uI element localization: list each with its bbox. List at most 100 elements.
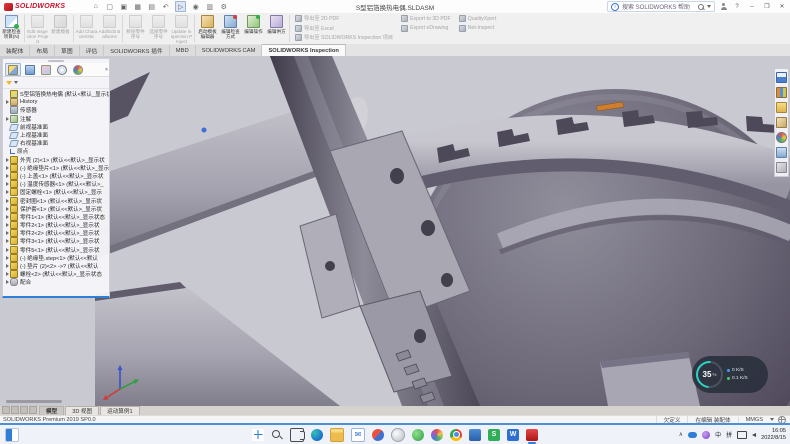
tree-item[interactable]: 螺栓<2> (默认<<默认>_显示状态 (4, 270, 109, 278)
tree-item[interactable]: 保护套<1> (默认<<默认>_显示状 (4, 205, 109, 213)
panel-overflow-arrows[interactable]: ›› (105, 67, 107, 73)
ime-mode-indicator[interactable]: 拼 (726, 430, 732, 439)
tree-item[interactable]: 传感器 (4, 106, 109, 114)
speed-monitor-widget[interactable]: 35% 0 K/S 0.1 K/S (692, 356, 768, 393)
green-app-icon[interactable] (412, 429, 424, 441)
export-inspection-project-button[interactable]: 导出至 SOLIDWORKS Inspection 项目 (295, 34, 393, 41)
search-dropdown-icon[interactable] (707, 5, 711, 8)
colorful-app-icon[interactable] (431, 429, 443, 441)
taskbar-search-icon[interactable] (271, 429, 283, 441)
tree-item[interactable]: 右视基准面 (4, 139, 109, 147)
export-edrawing-button[interactable]: Export eDrawing (401, 25, 451, 32)
tree-item[interactable]: 原点 (4, 147, 109, 155)
tab-mbd[interactable]: MBD (170, 45, 196, 56)
tree-item[interactable]: 上视基准面 (4, 131, 109, 139)
photos-app-icon[interactable] (372, 429, 384, 441)
tab-display-manager[interactable] (71, 64, 85, 75)
file-explorer-icon[interactable] (776, 102, 787, 113)
launch-template-editor-button[interactable]: 启动模板编辑器 (196, 13, 219, 44)
tree-item[interactable]: 零件3<1> (默认<<默认>_显示状 (4, 237, 109, 245)
qualityxpert-button[interactable]: QualityXpert (459, 15, 497, 22)
tree-item[interactable]: (-) 温度传感器<1> (默认<<默认>_ (4, 180, 109, 188)
update-inspection-project-button[interactable]: Update Inspection Project (170, 13, 193, 44)
export-2d-pdf-button[interactable]: 导出至 2D PDF (295, 15, 393, 22)
select-balloons-button[interactable]: 选择零件序号 (147, 13, 170, 44)
tree-item[interactable]: 零件5<1> (默认<<默认>_显示状 (4, 246, 109, 254)
search-input[interactable]: ? 搜索 SOLIDWORKS 帮助 (607, 1, 715, 12)
open-icon[interactable]: ▣ (119, 2, 128, 11)
user-account-icon[interactable] (720, 3, 727, 10)
tab-3d-views[interactable]: 3D 视图 (65, 406, 99, 415)
view-palette-icon[interactable] (776, 117, 787, 128)
print-icon[interactable]: ▤ (147, 2, 156, 11)
custom-properties-icon[interactable] (776, 147, 787, 158)
volume-icon[interactable] (752, 433, 756, 437)
tab-assembly[interactable]: 装配体 (0, 45, 30, 56)
mail-icon[interactable] (351, 428, 365, 442)
new-inspection-project-button[interactable]: 新建检查项目(N) (0, 13, 23, 44)
restore-button[interactable]: ❐ (762, 2, 772, 12)
tree-item[interactable]: 注解 (4, 115, 109, 123)
tab-configuration-manager[interactable] (39, 64, 53, 75)
tab-nav-buttons[interactable] (0, 406, 39, 415)
tab-property-manager[interactable] (23, 64, 37, 75)
units-dropdown-icon[interactable] (770, 418, 774, 421)
3d-model-canvas[interactable] (0, 56, 790, 406)
share-icon[interactable] (776, 162, 787, 173)
tree-item-mates[interactable]: 配合 (4, 278, 109, 286)
tab-cam[interactable]: SOLIDWORKS CAM (196, 45, 263, 56)
tab-layout[interactable]: 布局 (30, 45, 55, 56)
tree-item[interactable]: (-) 绝缘垫.step<1> (默认<<默认 (4, 254, 109, 262)
display-panel-icon[interactable]: ▥ (205, 2, 214, 11)
add-characteristic-button[interactable]: Add Characteristic (75, 13, 98, 44)
s-green-app-icon[interactable]: S (488, 429, 500, 441)
gray-app-icon[interactable] (391, 428, 405, 442)
taskbar-clock[interactable]: 16:05 2022/8/15 (761, 428, 786, 441)
tree-item[interactable]: 零件2<1> (默认<<默认>_显示状 (4, 221, 109, 229)
export-3d-pdf-button[interactable]: Export to 3D PDF (401, 15, 451, 22)
tab-evaluate[interactable]: 评估 (80, 45, 105, 56)
tree-item[interactable]: 零件1<1> (默认<<默认>_显示状态 (4, 213, 109, 221)
new-template-button[interactable]: 新建模板 (49, 13, 72, 44)
edit-inspection-project-button[interactable]: Edit Inspection Project (26, 13, 49, 44)
tab-motion-study[interactable]: 运动算例1 (100, 406, 140, 415)
tab-dimxpert-manager[interactable] (55, 64, 69, 75)
tab-addins[interactable]: SOLIDWORKS 插件 (104, 45, 170, 56)
onedrive-icon[interactable] (688, 432, 697, 438)
add-edit-balloons-button[interactable]: Add/Edit Balloons (98, 13, 121, 44)
input-method-app-icon[interactable] (702, 431, 710, 439)
options-gear-icon[interactable]: ⚙ (219, 2, 228, 11)
minimize-button[interactable]: – (747, 2, 757, 12)
tree-item[interactable]: (-) 垫片 (2)<2> ->? (默认<<默认 (4, 262, 109, 270)
solidworks-resources-icon[interactable] (776, 72, 787, 83)
chrome-icon[interactable] (450, 429, 462, 441)
tab-feature-tree[interactable] (5, 63, 21, 76)
edit-suppliers-button[interactable]: 编辑供方 (265, 13, 288, 44)
solidworks-logo[interactable]: SOLIDWORKS (0, 0, 69, 13)
rebuild-icon[interactable]: ◉ (191, 2, 200, 11)
appearances-scenes-icon[interactable] (776, 132, 787, 143)
help-button[interactable]: ? (732, 2, 742, 12)
undo-icon[interactable]: ↶ (161, 2, 170, 11)
net-inspect-button[interactable]: Net-Inspect (459, 25, 497, 32)
solidworks-taskbar-icon[interactable] (526, 429, 538, 441)
tree-filter-row[interactable] (3, 77, 109, 89)
new-document-icon[interactable]: ▢ (105, 2, 114, 11)
tree-item-root[interactable]: S型铝箔换热电偶 (默认<默认_显示状态-1 (4, 90, 109, 98)
tree-item[interactable]: 零件2<2> (默认<<默认>_显示状 (4, 229, 109, 237)
tree-item[interactable]: History (4, 98, 109, 106)
graphics-area[interactable]: ›› S型铝箔换热电偶 (默认<默认_显示状态-1 History 传感器 注解… (0, 56, 790, 406)
tray-expand-icon[interactable]: ∧ (679, 431, 683, 438)
design-library-icon[interactable] (776, 87, 787, 98)
start-button-icon[interactable] (252, 429, 264, 441)
tab-model[interactable]: 模型 (39, 406, 64, 415)
tree-item[interactable]: (-) 上盖<1> (默认<<默认>_显示状 (4, 172, 109, 180)
magnifier-icon[interactable] (698, 4, 704, 10)
tree-item[interactable]: (-) 绝缘垫片<1> (默认<<默认>_显示 (4, 164, 109, 172)
blue-app-icon[interactable] (469, 429, 481, 441)
remove-balloons-button[interactable]: 移除零件序号 (124, 13, 147, 44)
tree-item[interactable]: 外壳 (2)<1> (默认<<默认>_显示状 (4, 156, 109, 164)
filter-dropdown-icon[interactable] (14, 81, 18, 84)
export-excel-button[interactable]: 导出至 Excel (295, 25, 393, 32)
tree-item[interactable]: 固定螺栓<1> (默认<<默认>_显示 (4, 188, 109, 196)
